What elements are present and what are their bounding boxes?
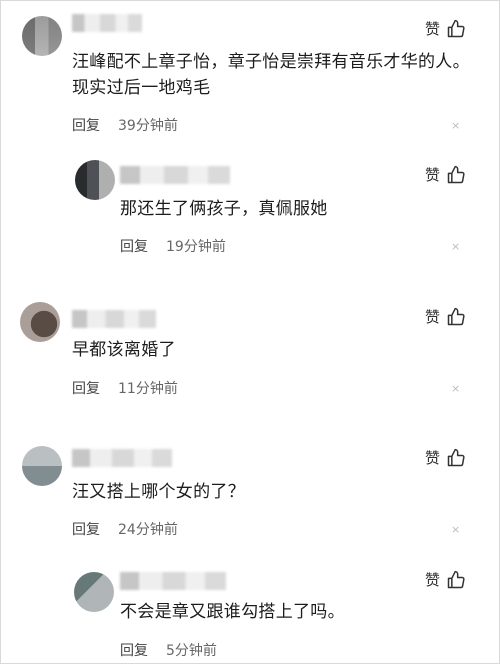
comment-text: 那还生了俩孩子，真佩服她 xyxy=(120,199,328,219)
like-label: 赞 xyxy=(424,449,440,467)
like-button[interactable]: 赞 xyxy=(425,447,466,468)
close-icon[interactable]: × xyxy=(451,524,460,535)
close-icon[interactable]: × xyxy=(451,383,460,394)
close-icon[interactable]: × xyxy=(451,120,460,131)
username[interactable] xyxy=(72,449,172,467)
comment-text-line2: 现实过后一地鸡毛 xyxy=(72,78,211,98)
avatar[interactable] xyxy=(75,160,115,200)
like-button[interactable]: 赞 xyxy=(425,164,466,185)
reply-button[interactable]: 回复 xyxy=(120,640,148,660)
avatar[interactable] xyxy=(74,572,114,612)
comment-text: 早都该离婚了 xyxy=(72,340,176,360)
reply-button[interactable]: 回复 xyxy=(72,115,100,135)
comment-time: 39分钟前 xyxy=(118,118,178,134)
comment-text: 汪又搭上哪个女的了？ xyxy=(72,482,245,502)
close-icon[interactable]: × xyxy=(451,241,460,252)
reply-button[interactable]: 回复 xyxy=(72,378,100,398)
like-label: 赞 xyxy=(424,20,440,38)
thumbs-up-icon xyxy=(447,448,465,466)
avatar[interactable] xyxy=(22,16,62,56)
username[interactable] xyxy=(72,14,142,32)
reply-button[interactable]: 回复 xyxy=(120,236,148,256)
comment-time: 5分钟前 xyxy=(166,643,217,659)
comment-text: 汪峰配不上章子怡，章子怡是崇拜有音乐才华的人。 xyxy=(72,52,470,72)
username[interactable] xyxy=(120,572,226,590)
username[interactable] xyxy=(72,310,156,328)
avatar[interactable] xyxy=(22,446,62,486)
thumbs-up-icon xyxy=(447,165,465,183)
thumbs-up-icon xyxy=(447,307,465,325)
avatar[interactable] xyxy=(20,302,60,342)
like-label: 赞 xyxy=(424,166,440,184)
comment-text: 不会是章又跟谁勾搭上了吗。 xyxy=(120,602,345,622)
reply-button[interactable]: 回复 xyxy=(72,519,100,539)
comment-time: 24分钟前 xyxy=(118,522,178,538)
username[interactable] xyxy=(120,166,230,184)
thumbs-up-icon xyxy=(447,570,465,588)
thumbs-up-icon xyxy=(447,19,465,37)
comment-time: 11分钟前 xyxy=(118,381,178,397)
like-label: 赞 xyxy=(424,308,440,326)
like-label: 赞 xyxy=(424,571,440,589)
like-button[interactable]: 赞 xyxy=(425,569,466,590)
comment-time: 19分钟前 xyxy=(166,239,226,255)
like-button[interactable]: 赞 xyxy=(425,306,466,327)
like-button[interactable]: 赞 xyxy=(425,18,466,39)
